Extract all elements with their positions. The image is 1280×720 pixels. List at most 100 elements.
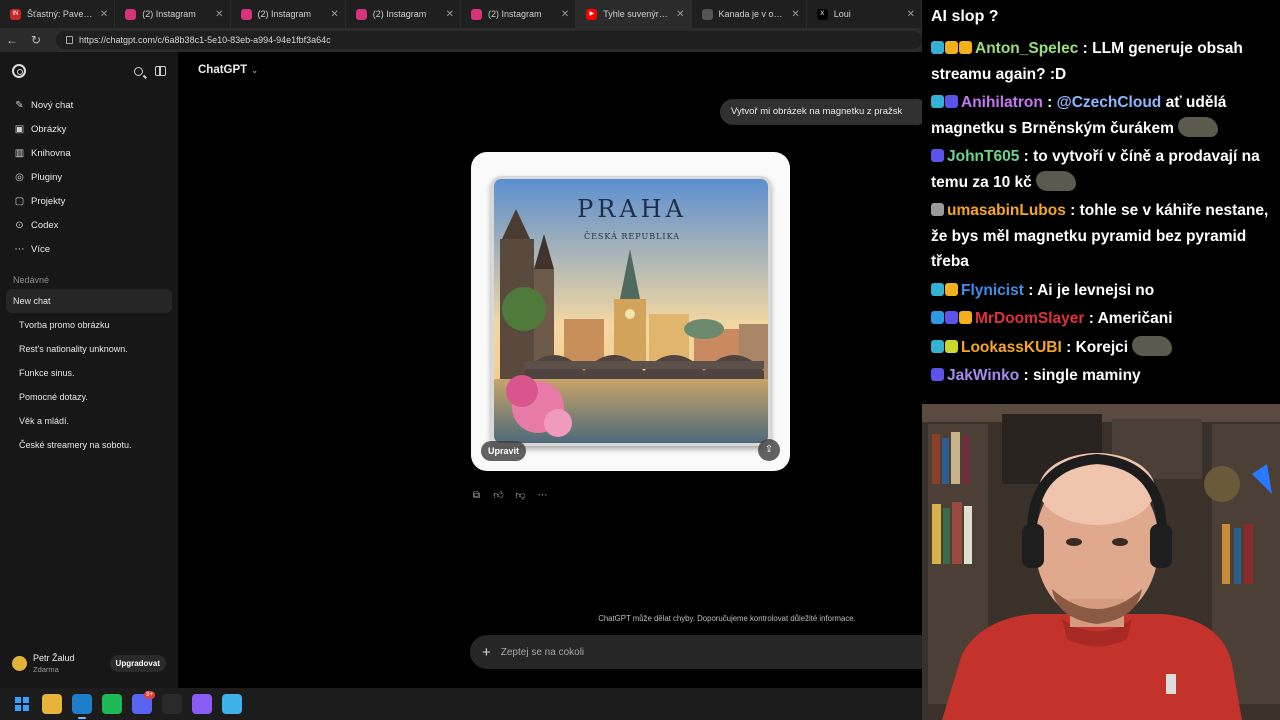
chat-messages: Anton_Spelec : LLM generuje obsah stream… bbox=[931, 36, 1272, 389]
thumbs-up-icon[interactable]: 👍︎ bbox=[493, 490, 504, 501]
recent-chat-item[interactable]: Funkce sinus. bbox=[6, 361, 172, 385]
thumbs-down-icon[interactable]: 👎︎ bbox=[515, 490, 526, 501]
chat-message: JohnT605 : to vytvoří v číně a prodavají… bbox=[931, 148, 1260, 191]
chat-badge-icon bbox=[945, 95, 958, 108]
close-tab-icon[interactable]: ✕ bbox=[791, 9, 799, 20]
tab-favicon-icon bbox=[471, 8, 482, 20]
recent-chat-item[interactable]: Tvorba promo obrázku bbox=[6, 313, 172, 337]
tab-title: (2) Instagram bbox=[372, 9, 427, 19]
browser-tab[interactable]: X Loui ✕ bbox=[807, 0, 922, 28]
model-selector[interactable]: ChatGPT ⌄ bbox=[198, 64, 258, 76]
chat-username: umasabinLubos bbox=[947, 202, 1066, 219]
spotify-icon[interactable] bbox=[102, 694, 122, 714]
chat-badge-icon bbox=[931, 203, 944, 216]
close-tab-icon[interactable]: ✕ bbox=[215, 9, 223, 20]
chat-username: Anihilatron bbox=[961, 94, 1043, 111]
close-tab-icon[interactable]: ✕ bbox=[446, 9, 454, 20]
prompt-input[interactable] bbox=[500, 646, 910, 658]
upgrade-button[interactable]: Upgradovat bbox=[109, 654, 166, 672]
openai-logo-icon[interactable] bbox=[12, 64, 26, 78]
more-icon: ⋯ bbox=[14, 243, 25, 255]
tab-favicon-icon bbox=[355, 8, 367, 20]
chat-username: Flynicist bbox=[961, 281, 1024, 299]
toggle-sidebar-icon[interactable] bbox=[155, 66, 166, 76]
chat-username: JakWinko bbox=[947, 367, 1020, 384]
plugins-icon: ◎ bbox=[15, 171, 24, 183]
close-tab-icon[interactable]: ✕ bbox=[676, 9, 684, 20]
streamer-webcam-image bbox=[922, 404, 1280, 720]
address-bar: ← ↻ https://chatgpt.com/c/6a8b38c1-5e10-… bbox=[0, 28, 922, 52]
chat-text: Ai je levnejsi no bbox=[1037, 281, 1155, 299]
chat-mention: @CzechCloud bbox=[1056, 94, 1162, 111]
close-tab-icon[interactable]: ✕ bbox=[561, 9, 569, 20]
recent-chat-item[interactable]: Pomocné dotazy. bbox=[6, 385, 172, 409]
obs-icon[interactable] bbox=[162, 694, 182, 714]
chat-message: Flynicist : Ai je levnejsi no bbox=[931, 278, 1272, 304]
plus-icon[interactable]: + bbox=[482, 644, 491, 661]
chat-username: MrDoomSlayer bbox=[975, 310, 1085, 327]
chat-badge-icon bbox=[931, 149, 944, 162]
sidebar-item-plugins[interactable]: ◎ Pluginy bbox=[0, 165, 178, 189]
recent-chat-item[interactable]: New chat bbox=[6, 289, 172, 313]
composer: + bbox=[470, 635, 922, 669]
browser-tab[interactable]: IN Šťastný: Pavel je lídr opo ✕ bbox=[0, 0, 116, 28]
recent-section-label: Nedávné bbox=[13, 275, 50, 285]
codex-icon: ⊙ bbox=[15, 219, 24, 231]
chat-username: Anton_Spelec bbox=[975, 40, 1079, 57]
recent-chat-item[interactable]: Věk a mládí. bbox=[6, 409, 172, 433]
chat-badges bbox=[931, 311, 972, 324]
recent-chat-item[interactable]: Rest's nationality unknown. bbox=[6, 337, 172, 361]
chat-text: Korejci bbox=[1075, 338, 1129, 356]
browser-tab[interactable]: ▶ Tyhle suvenýry jsou teď ✕ bbox=[576, 0, 692, 28]
model-label: ChatGPT bbox=[198, 64, 248, 76]
sidebar-item-images[interactable]: ▣ Obrázky bbox=[0, 117, 178, 141]
reload-icon[interactable]: ↻ bbox=[24, 33, 48, 47]
chat-badge-icon bbox=[931, 339, 944, 353]
user-account[interactable]: Petr Žalud Zdarma Upgradovat bbox=[0, 648, 178, 678]
chat-badge-icon bbox=[931, 95, 944, 108]
search-icon[interactable] bbox=[134, 66, 143, 76]
chat-username: LookassKUBI bbox=[961, 338, 1062, 356]
chat-badges bbox=[931, 339, 958, 353]
chat-badge-icon bbox=[959, 41, 972, 54]
sidebar-item-library[interactable]: ▥ Knihovna bbox=[0, 141, 178, 165]
discord-icon[interactable]: 9+ bbox=[132, 691, 155, 714]
generated-image[interactable]: PRAHA ČESKÁ REPUBLIKA bbox=[491, 176, 771, 446]
more-actions-icon[interactable]: ⋯ bbox=[537, 490, 548, 501]
browser-tab[interactable]: (2) Instagram ✕ bbox=[346, 0, 461, 28]
edge-browser-icon[interactable] bbox=[72, 694, 92, 719]
chat-message: Anton_Spelec : LLM generuje obsah stream… bbox=[931, 40, 1243, 83]
file-explorer-icon[interactable] bbox=[42, 694, 62, 714]
browser-tab[interactable]: (2) Instagram ✕ bbox=[461, 0, 577, 28]
chat-message: MrDoomSlayer : Američani bbox=[931, 306, 1272, 332]
windows-start-icon[interactable] bbox=[12, 694, 32, 714]
copy-icon[interactable]: ⧉ bbox=[471, 490, 482, 501]
browser-tab[interactable]: Kanada je v obchodní vá ✕ bbox=[692, 0, 807, 28]
sidebar-item-codex[interactable]: ⊙ Codex bbox=[0, 213, 178, 237]
close-tab-icon[interactable]: ✕ bbox=[330, 9, 338, 20]
copilot-icon[interactable] bbox=[192, 694, 212, 714]
edit-image-button[interactable]: Upravit bbox=[481, 441, 527, 461]
notepad-icon[interactable] bbox=[222, 694, 242, 714]
tab-favicon-icon: ▶ bbox=[586, 8, 598, 20]
chat-emote-icon bbox=[1035, 170, 1076, 191]
close-tab-icon[interactable]: ✕ bbox=[100, 9, 108, 20]
back-arrow-icon[interactable]: ← bbox=[0, 33, 24, 47]
site-info-icon[interactable] bbox=[66, 36, 73, 44]
generated-image-card[interactable]: PRAHA ČESKÁ REPUBLIKA Upravit ⇪ bbox=[471, 152, 790, 471]
sidebar-item-projects[interactable]: ▢ Projekty bbox=[0, 189, 178, 213]
browser-tab[interactable]: (2) Instagram ✕ bbox=[115, 0, 231, 28]
url-field[interactable]: https://chatgpt.com/c/6a8b38c1-5e10-83eb… bbox=[56, 31, 922, 49]
recent-chat-item[interactable]: České streamery na sobotu. bbox=[6, 433, 172, 457]
tab-title: (2) Instagram bbox=[142, 9, 196, 19]
projects-icon: ▢ bbox=[14, 195, 25, 207]
sidebar-item-label: Projekty bbox=[31, 195, 66, 207]
browser-tab[interactable]: (2) Instagram ✕ bbox=[231, 0, 346, 28]
sidebar-item-new-chat[interactable]: ✎ Nový chat bbox=[0, 93, 178, 117]
chat-message: JakWinko : single maminy bbox=[931, 363, 1272, 389]
share-icon[interactable]: ⇪ bbox=[758, 439, 780, 461]
close-tab-icon[interactable]: ✕ bbox=[907, 9, 915, 20]
chat-emote-icon bbox=[1132, 335, 1173, 356]
chat-overlay-title: AI slop ? bbox=[931, 8, 999, 25]
sidebar-item-more[interactable]: ⋯ Více bbox=[0, 237, 178, 261]
